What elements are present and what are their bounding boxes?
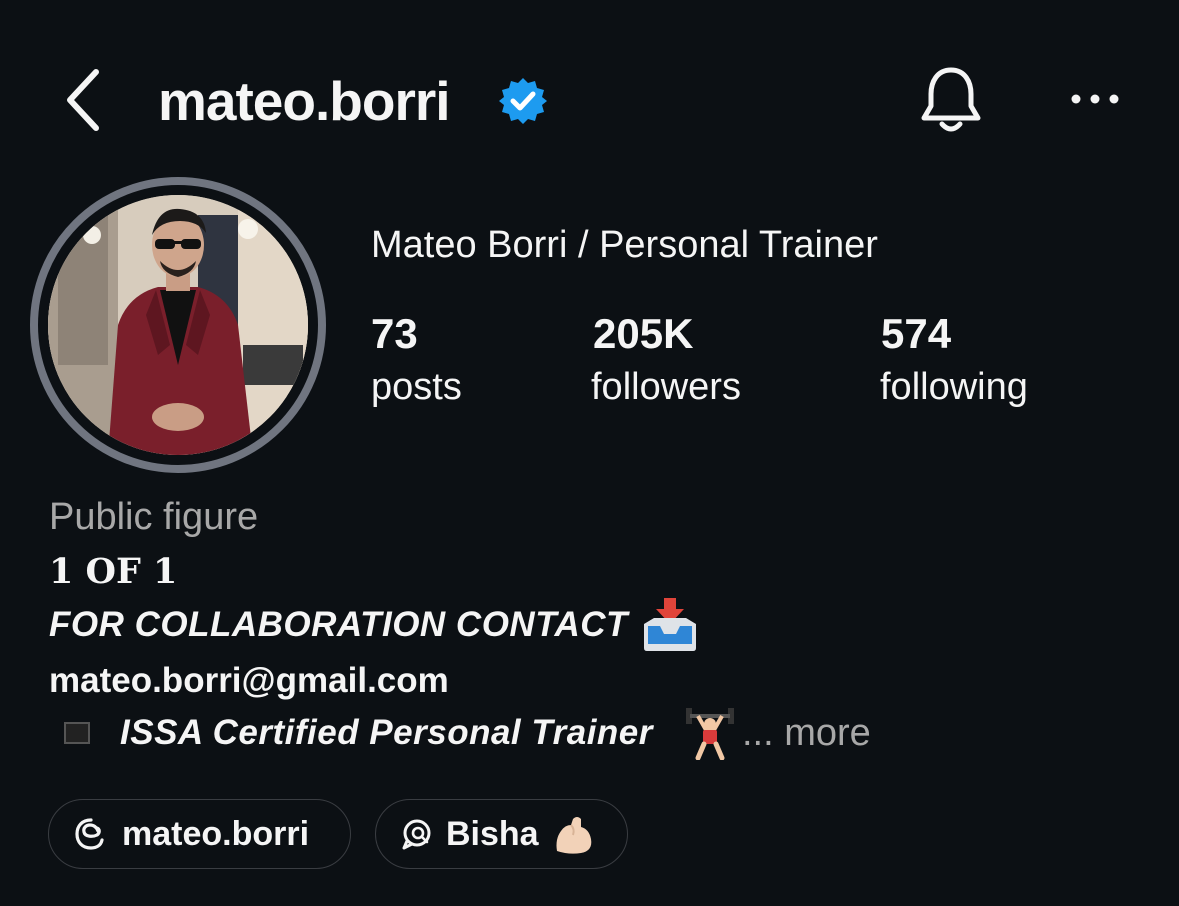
following-label[interactable]: following <box>880 364 1028 410</box>
threads-chip-label: mateo.borri <box>122 815 310 853</box>
verified-badge-icon <box>498 76 548 126</box>
bisha-chip-label: Bisha <box>446 815 539 853</box>
chat-search-icon <box>402 819 431 850</box>
more-options-button[interactable] <box>1068 86 1122 112</box>
threads-chip[interactable]: mateo.borri <box>48 799 351 869</box>
weightlifter-icon <box>684 704 736 761</box>
followers-count[interactable]: 205K <box>593 310 693 358</box>
notifications-button[interactable] <box>918 64 984 136</box>
bio-line-4: ISSA Certified Personal Trainer <box>120 713 653 752</box>
chevron-left-icon <box>67 69 99 131</box>
bio-more-link[interactable]: ... more <box>742 710 871 756</box>
display-name: Mateo Borri / Personal Trainer <box>371 224 878 266</box>
posts-label[interactable]: posts <box>371 364 462 410</box>
bisha-chip[interactable]: Bisha <box>375 799 628 869</box>
bio-line-1: 1 OF 1 <box>49 551 178 592</box>
bio-email[interactable]: mateo.borri@gmail.com <box>49 658 449 704</box>
flexed-biceps-icon <box>556 817 591 854</box>
posts-count[interactable]: 73 <box>371 310 418 358</box>
bio-line-2: FOR COLLABORATION CONTACT <box>49 605 628 644</box>
inbox-tray-icon <box>642 598 698 652</box>
following-count[interactable]: 574 <box>881 310 951 358</box>
profile-category: Public figure <box>49 496 259 538</box>
black-square-icon <box>64 722 90 744</box>
profile-username: mateo.borri <box>158 70 451 132</box>
bell-icon <box>921 67 981 132</box>
more-horizontal-icon <box>1071 94 1119 104</box>
followers-label[interactable]: followers <box>591 364 741 410</box>
threads-icon <box>75 818 104 850</box>
avatar[interactable] <box>48 195 308 455</box>
back-button[interactable] <box>62 66 106 134</box>
